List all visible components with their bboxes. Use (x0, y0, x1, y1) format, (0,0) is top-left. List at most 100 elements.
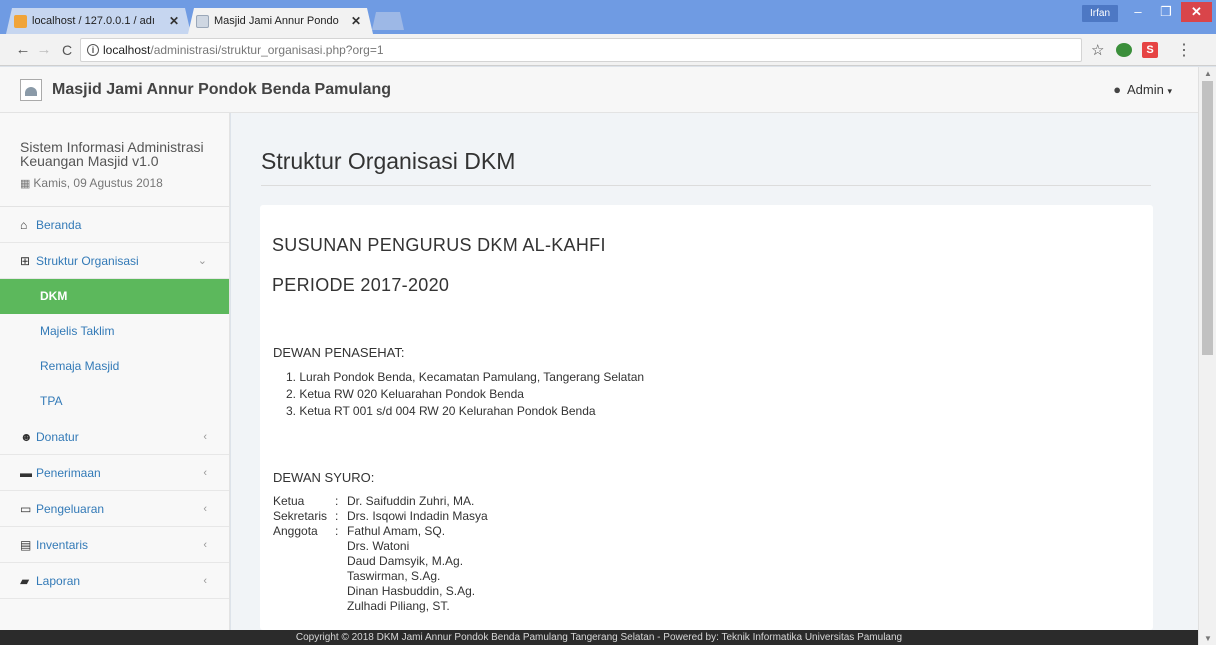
window-close-button[interactable]: ✕ (1181, 2, 1212, 22)
sidebar-item-pengeluaran[interactable]: ▭ Pengeluaran ‹ (0, 491, 229, 527)
syuro-value: Fathul Amam, SQ. (347, 524, 446, 538)
users-icon: ☻ (20, 430, 33, 444)
new-tab-button[interactable] (372, 12, 404, 30)
syuro-values: Dr. Saifuddin Zuhri, MA. Drs. Isqowi Ind… (347, 494, 488, 614)
browser-tab-phpmyadmin[interactable]: localhost / 127.0.0.1 / adı ✕ (6, 8, 191, 34)
dewan-penasehat-title: DEWAN PENASEHAT: (273, 345, 405, 360)
address-bar[interactable]: i localhost/administrasi/struktur_organi… (80, 38, 1082, 62)
user-label: Admin (1126, 82, 1164, 97)
chevron-left-icon: ‹ (203, 431, 207, 443)
chevron-left-icon: ‹ (203, 539, 207, 551)
sidebar-item-label: Pengeluaran (36, 502, 105, 516)
sidebar-item-struktur-organisasi[interactable]: ⊞ Struktur Organisasi ⌄ (0, 243, 229, 279)
app-navbar: Masjid Jami Annur Pondok Benda Pamulang … (0, 67, 1198, 113)
reload-icon[interactable]: C (57, 39, 77, 61)
user-icon: ● (1113, 82, 1122, 97)
page-header: Struktur Organisasi DKM (261, 148, 1151, 186)
browser-tab-masjid[interactable]: Masjid Jami Annur Pondo ✕ (188, 8, 373, 34)
back-arrow-icon[interactable]: ← (13, 39, 33, 61)
syuro-label: Ketua (273, 494, 305, 508)
list-item: 1. Lurah Pondok Benda, Kecamatan Pamulan… (286, 370, 645, 384)
syuro-labels: Ketua Sekretaris Anggota (273, 494, 327, 539)
content-panel: SUSUNAN PENGURUS DKM AL-KAHFI PERIODE 20… (260, 205, 1153, 630)
submenu-item-tpa[interactable]: TPA (0, 384, 229, 419)
main-content: Struktur Organisasi DKM SUSUNAN PENGURUS… (231, 113, 1198, 630)
window-maximize-button[interactable]: ❐ (1153, 2, 1179, 22)
browser-menu-icon[interactable]: ⋮ (1176, 40, 1192, 60)
book-icon: ▰ (20, 574, 30, 588)
sidebar-item-label: Donatur (36, 430, 79, 444)
page-title: Struktur Organisasi DKM (261, 148, 516, 174)
extension-s-icon[interactable]: S (1142, 42, 1158, 58)
heading-susunan-pengurus: SUSUNAN PENGURUS DKM AL-KAHFI (272, 235, 606, 255)
url-path: /administrasi/struktur_organisasi.php?or… (150, 43, 384, 57)
browser-titlebar: localhost / 127.0.0.1 / adı ✕ Masjid Jam… (0, 0, 1216, 34)
caret-down-icon: ▾ (1167, 86, 1172, 96)
url-host: localhost (103, 43, 151, 57)
submenu-item-remaja-masjid[interactable]: Remaja Masjid (0, 349, 229, 384)
syuro-colons: : : : (335, 494, 338, 539)
system-info: Sistem Informasi Administrasi Keuangan M… (0, 113, 229, 207)
sidebar-item-label: Struktur Organisasi (36, 254, 139, 268)
bookmark-star-icon[interactable]: ☆ (1091, 41, 1104, 59)
chevron-down-icon: ⌄ (197, 255, 207, 267)
syuro-colon: : (335, 524, 339, 538)
scroll-up-icon[interactable]: ▲ (1204, 69, 1212, 78)
sidebar-item-label: Beranda (36, 218, 82, 232)
brand-title[interactable]: Masjid Jami Annur Pondok Benda Pamulang (52, 81, 391, 99)
window-user-badge[interactable]: Irfan (1082, 5, 1119, 22)
syuro-label: Sekretaris (273, 509, 328, 523)
sidebar-item-beranda[interactable]: ⌂ Beranda (0, 207, 229, 243)
list-item: 3. Ketua RT 001 s/d 004 RW 20 Kelurahan … (286, 404, 596, 418)
syuro-value: Zulhadi Piliang, ST. (347, 599, 450, 613)
mosque-logo-icon[interactable] (20, 79, 42, 101)
syuro-value: Drs. Watoni (347, 539, 410, 553)
extension-globe-icon[interactable] (1116, 43, 1132, 57)
submenu-item-dkm[interactable]: DKM (0, 279, 229, 314)
sidebar-item-label: Laporan (36, 574, 81, 588)
dewan-syuro-title: DEWAN SYURO: (273, 470, 375, 485)
tab-close-icon[interactable]: ✕ (169, 8, 179, 34)
system-title: Sistem Informasi Administrasi Keuangan M… (20, 139, 204, 169)
dewan-penasehat-list: 1. Lurah Pondok Benda, Kecamatan Pamulan… (286, 369, 644, 420)
submenu-item-majelis-taklim[interactable]: Majelis Taklim (0, 314, 229, 349)
tab-close-icon[interactable]: ✕ (351, 8, 361, 34)
forward-arrow-icon[interactable]: → (34, 39, 54, 61)
syuro-label: Anggota (273, 524, 318, 538)
syuro-value: Dr. Saifuddin Zuhri, MA. (347, 494, 475, 508)
list-item: 2. Ketua RW 020 Keluarahan Pondok Benda (286, 387, 524, 401)
home-icon: ⌂ (20, 218, 28, 232)
footer: Copyright © 2018 DKM Jami Annur Pondok B… (0, 630, 1198, 645)
calendar-icon: ▦ (20, 178, 31, 190)
sidebar-item-penerimaan[interactable]: ▬ Penerimaan ‹ (0, 455, 229, 491)
site-info-icon[interactable]: i (87, 44, 99, 56)
syuro-value: Taswirman, S.Ag. (347, 569, 441, 583)
scroll-down-icon[interactable]: ▼ (1204, 634, 1212, 643)
syuro-colon: : (335, 494, 339, 508)
window-minimize-button[interactable]: – (1125, 2, 1151, 22)
phpmyadmin-favicon-icon (14, 15, 27, 28)
sidebar: Sistem Informasi Administrasi Keuangan M… (0, 113, 230, 630)
system-date: ▦ Kamis, 09 Agustus 2018 (20, 176, 209, 190)
heading-periode: PERIODE 2017-2020 (272, 275, 450, 295)
sidebar-item-inventaris[interactable]: ▤ Inventaris ‹ (0, 527, 229, 563)
syuro-colon: : (335, 509, 339, 523)
sidebar-item-label: Inventaris (36, 538, 89, 552)
scroll-thumb[interactable] (1202, 81, 1213, 355)
chevron-left-icon: ‹ (203, 503, 207, 515)
page-scrollbar[interactable]: ▲ ▼ (1198, 67, 1216, 645)
browser-toolbar: ← → C i localhost/administrasi/struktur_… (0, 34, 1216, 66)
sidebar-item-laporan[interactable]: ▰ Laporan ‹ (0, 563, 229, 599)
chevron-left-icon: ‹ (203, 575, 207, 587)
tab-title: Masjid Jami Annur Pondo (214, 15, 339, 27)
sidebar-item-donatur[interactable]: ☻ Donatur ‹ (0, 419, 229, 455)
user-menu-dropdown[interactable]: ● Admin ▾ (1113, 82, 1172, 97)
folder-icon: ▬ (20, 466, 32, 480)
date-text: Kamis, 09 Agustus 2018 (33, 176, 163, 190)
syuro-value: Daud Damsyik, M.Ag. (347, 554, 464, 568)
chevron-left-icon: ‹ (203, 467, 207, 479)
folder-open-icon: ▭ (20, 502, 32, 516)
sitemap-icon: ⊞ (20, 254, 31, 268)
syuro-value: Drs. Isqowi Indadin Masya (347, 509, 488, 523)
tab-title: localhost / 127.0.0.1 / adı (32, 15, 155, 27)
